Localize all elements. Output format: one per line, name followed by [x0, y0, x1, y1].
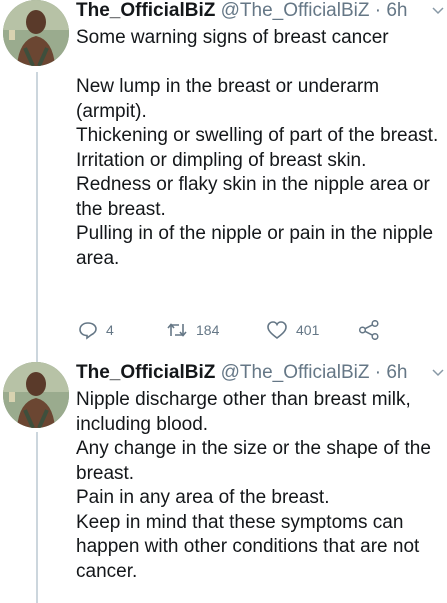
tweet-header: The_OfficialBiZ @The_OfficialBiZ · 6h: [76, 362, 439, 386]
tweet-text: Nipple discharge other than breast milk,…: [76, 388, 444, 584]
user-handle[interactable]: @The_OfficialBiZ: [221, 0, 370, 21]
tweet-actions: 4 184 401: [76, 318, 406, 342]
avatar[interactable]: [3, 0, 69, 66]
tweet-paragraph: Nipple discharge other than breast milk,…: [76, 389, 411, 435]
like-button[interactable]: 401: [266, 318, 319, 342]
tweet-paragraph: Pain in any area of the breast.: [76, 487, 330, 508]
tweet-paragraph: Pulling in of the nipple or pain in the …: [76, 223, 434, 269]
avatar[interactable]: [3, 362, 69, 428]
retweet-count: 184: [196, 322, 220, 338]
user-handle[interactable]: @The_OfficialBiZ: [221, 362, 370, 383]
share-button[interactable]: [358, 318, 380, 342]
tweet-paragraph: Irritation or dimpling of breast skin.: [76, 149, 367, 171]
reply-button[interactable]: 4: [78, 318, 114, 342]
reply-count: 4: [106, 322, 114, 338]
tweet-paragraph: New lump in the breast or underarm (armp…: [76, 76, 380, 122]
tweet-paragraph: Any change in the size or the shape of t…: [76, 438, 431, 484]
tweet-intro: Some warning signs of breast cancer: [76, 27, 389, 48]
timestamp[interactable]: 6h: [386, 362, 407, 383]
timestamp[interactable]: 6h: [386, 0, 407, 21]
thread-connector-line: [36, 432, 38, 603]
heart-icon: [267, 321, 287, 340]
chevron-down-icon[interactable]: [431, 366, 445, 380]
reply-icon: [79, 322, 97, 340]
like-count: 401: [296, 322, 320, 338]
thread-connector-line: [36, 72, 38, 372]
tweet-text: Some warning signs of breast cancer New …: [76, 26, 444, 271]
tweet-paragraph: Keep in mind that these symptoms can hap…: [76, 511, 420, 582]
share-icon: [358, 320, 379, 340]
separator-dot: ·: [374, 362, 382, 383]
display-name[interactable]: The_OfficialBiZ: [76, 362, 215, 383]
retweet-button[interactable]: 184: [166, 318, 219, 342]
separator-dot: ·: [374, 0, 382, 21]
tweet-header: The_OfficialBiZ @The_OfficialBiZ · 6h: [76, 0, 439, 24]
tweet-paragraph: Redness or flaky skin in the nipple area…: [76, 174, 430, 220]
chevron-down-icon[interactable]: [431, 4, 445, 18]
retweet-icon: [167, 323, 187, 337]
tweet-paragraph: Thickening or swelling of part of the br…: [76, 125, 439, 146]
display-name[interactable]: The_OfficialBiZ: [76, 0, 215, 21]
